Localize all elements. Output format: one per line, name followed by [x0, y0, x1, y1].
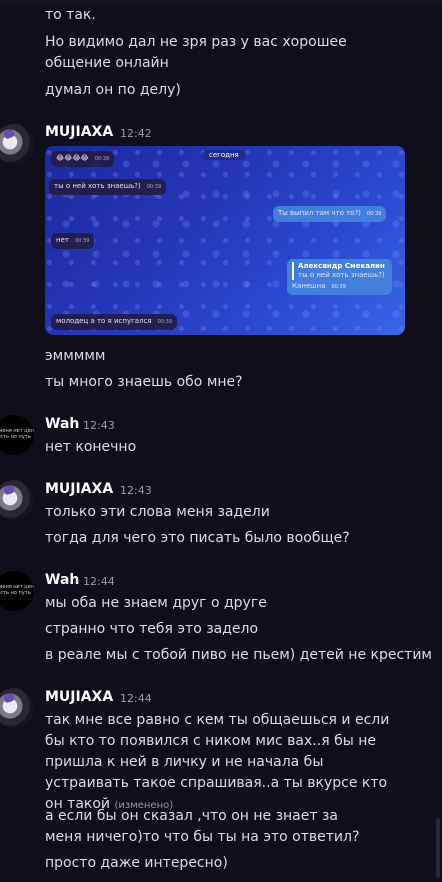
author-name[interactable]: Wah	[45, 416, 79, 432]
avatar[interactable]	[0, 480, 34, 520]
message-line: думал он по делу)	[45, 82, 181, 98]
author-name[interactable]: MUJIAXA	[45, 689, 113, 705]
message-line: только эти слова меня задели	[45, 504, 270, 520]
message-line: тогда для чего это писать было вообще?	[45, 530, 350, 546]
message-line: эммммм	[45, 348, 106, 364]
author-name[interactable]: Wah	[45, 572, 79, 588]
screenshot-reply-bubble: Александр Смекалин ты о ней хоть знаешь?…	[287, 259, 392, 295]
author-name[interactable]: MUJIAXA	[45, 124, 113, 140]
timestamp: 12:43	[83, 419, 115, 432]
message-line: Но видимо дал не зря раз у вас хорошее о…	[45, 34, 347, 71]
message-line: а если бы он сказал ,что он не знает за …	[45, 808, 360, 845]
timestamp: 12:44	[83, 575, 115, 588]
timestamp: 12:43	[120, 484, 152, 497]
date-pill: сегодня	[202, 150, 246, 160]
chat-log: то так. Но видимо дал не зря раз у вас х…	[0, 0, 442, 882]
screenshot-bubble: Ты выпил там что то?) 00:39	[273, 206, 387, 222]
author-name[interactable]: MUJIAXA	[45, 481, 113, 497]
message-line: просто даже интересно)	[45, 855, 228, 871]
image-attachment[interactable]: сегодня 😂😂😂😂 00:38 ты о ней хоть знаешь?)…	[45, 146, 405, 335]
timestamp: 12:44	[120, 692, 152, 705]
screenshot-bubble: ты о ней хоть знаешь?) 00:39	[49, 179, 167, 195]
message-line: то так.	[45, 7, 96, 23]
message-line: так мне все равно с кем ты общаешься и е…	[45, 712, 390, 812]
reply-quote: Александр Смекалин ты о ней хоть знаешь?…	[292, 262, 387, 280]
avatar[interactable]: у меня нет цел есть но путь	[0, 415, 34, 455]
message-line: ты много знаешь обо мне?	[45, 374, 243, 390]
message-line: мы оба не знаем друг о друге	[45, 595, 267, 611]
scrollbar-thumb[interactable]	[436, 818, 440, 878]
avatar[interactable]	[0, 124, 34, 164]
avatar[interactable]: у меня нет цел есть но путь	[0, 571, 34, 611]
message-line: странно что тебя это задело	[45, 621, 259, 637]
message-line: в реале мы с тобой пиво не пьем) детей н…	[45, 647, 432, 663]
screenshot-bubble: 😂😂😂😂 00:38	[51, 151, 115, 167]
screenshot-bubble: молодец а то я испугался 00:39	[51, 314, 178, 330]
top-edge	[0, 0, 442, 4]
timestamp: 12:42	[120, 127, 152, 140]
screenshot-bubble: нет 00:39	[51, 233, 95, 249]
message-line: нет конечно	[45, 439, 137, 455]
avatar[interactable]	[0, 688, 34, 728]
